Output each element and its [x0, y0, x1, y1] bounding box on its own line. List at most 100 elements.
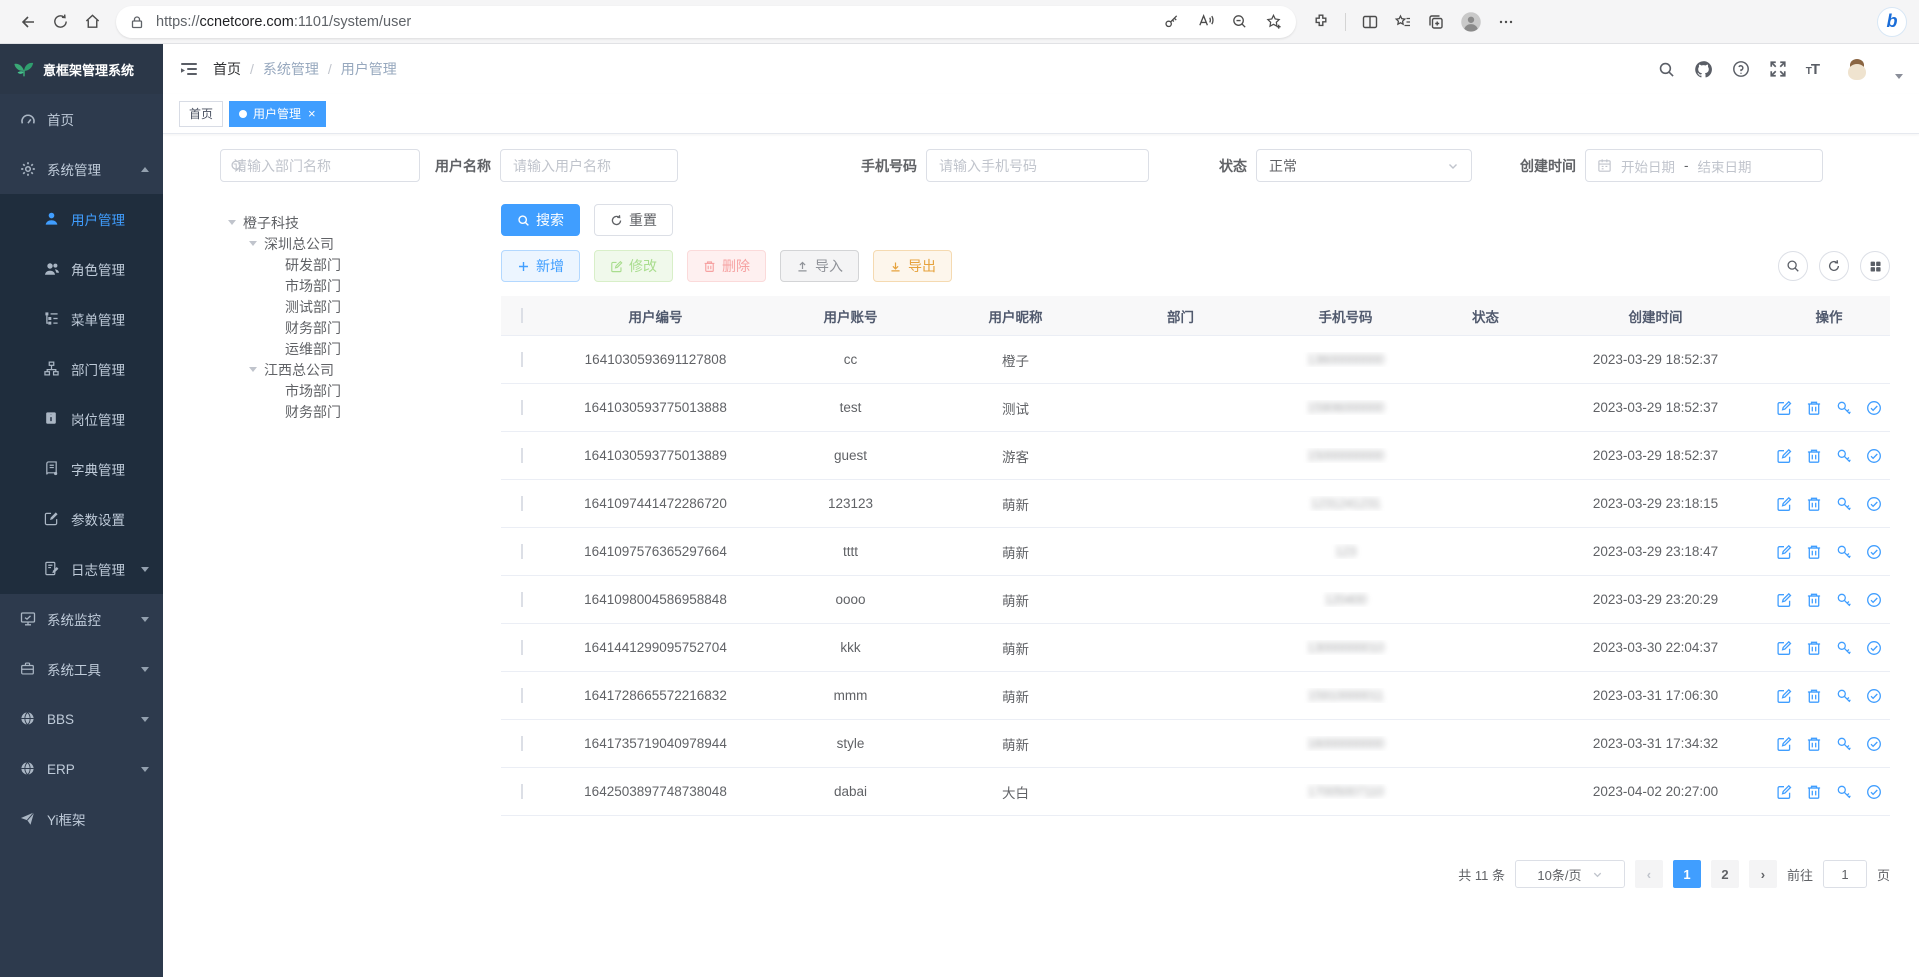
- edit-icon[interactable]: [1776, 640, 1792, 656]
- assign-role-icon[interactable]: [1866, 736, 1882, 752]
- reset-password-icon[interactable]: [1836, 736, 1852, 752]
- row-checkbox[interactable]: [521, 736, 523, 751]
- tree-node[interactable]: 深圳总公司: [220, 233, 420, 254]
- edit-icon[interactable]: [1776, 544, 1792, 560]
- show-search-toggle-icon[interactable]: [1778, 251, 1808, 281]
- edit-icon[interactable]: [1776, 592, 1792, 608]
- dept-search-input[interactable]: [220, 149, 420, 182]
- reset-password-icon[interactable]: [1836, 640, 1852, 656]
- reset-password-icon[interactable]: [1836, 592, 1852, 608]
- reset-password-icon[interactable]: [1836, 784, 1852, 800]
- assign-role-icon[interactable]: [1866, 496, 1882, 512]
- delete-icon[interactable]: [1806, 544, 1822, 560]
- reset-password-icon[interactable]: [1836, 544, 1852, 560]
- font-size-icon[interactable]: TT: [1806, 61, 1819, 78]
- reset-password-icon[interactable]: [1836, 496, 1852, 512]
- delete-icon[interactable]: [1806, 592, 1822, 608]
- page-size-select[interactable]: 10条/页: [1515, 860, 1625, 888]
- read-aloud-icon[interactable]: [1197, 13, 1214, 30]
- tree-expand-icon[interactable]: [228, 220, 236, 225]
- row-checkbox[interactable]: [521, 640, 523, 655]
- sidebar-item-bbs[interactable]: BBS: [0, 694, 163, 744]
- tree-node[interactable]: 财务部门: [220, 401, 420, 422]
- export-button[interactable]: 导出: [873, 250, 952, 282]
- help-icon[interactable]: [1732, 60, 1750, 78]
- chevron-down-icon[interactable]: [1895, 74, 1903, 79]
- import-button[interactable]: 导入: [780, 250, 859, 282]
- row-checkbox[interactable]: [521, 544, 523, 559]
- url-bar[interactable]: https://ccnetcore.com:1101/system/user: [116, 6, 1296, 38]
- sidebar-item-参数设置[interactable]: 参数设置: [0, 494, 163, 544]
- page-button-2[interactable]: 2: [1711, 860, 1739, 888]
- sidebar-item-yi框架[interactable]: Yi框架: [0, 794, 163, 844]
- column-settings-grid-icon[interactable]: [1860, 251, 1890, 281]
- sidebar-item-字典管理[interactable]: 字典管理: [0, 444, 163, 494]
- phone-input[interactable]: [926, 149, 1149, 182]
- browser-refresh-icon[interactable]: [44, 7, 76, 37]
- edit-icon[interactable]: [1776, 448, 1792, 464]
- assign-role-icon[interactable]: [1866, 400, 1882, 416]
- breadcrumb-home[interactable]: 首页: [213, 59, 241, 79]
- browser-back-icon[interactable]: [12, 7, 44, 37]
- split-screen-icon[interactable]: [1361, 13, 1379, 31]
- assign-role-icon[interactable]: [1866, 592, 1882, 608]
- row-checkbox[interactable]: [521, 592, 523, 607]
- delete-icon[interactable]: [1806, 448, 1822, 464]
- password-key-icon[interactable]: [1163, 13, 1180, 30]
- zoom-out-icon[interactable]: [1231, 13, 1248, 30]
- row-checkbox[interactable]: [521, 784, 523, 799]
- row-checkbox[interactable]: [521, 496, 523, 511]
- tree-expand-icon[interactable]: [249, 367, 257, 372]
- next-page-button[interactable]: ›: [1749, 860, 1777, 888]
- tree-node[interactable]: 江西总公司: [220, 359, 420, 380]
- bing-chat-icon[interactable]: b: [1877, 7, 1907, 37]
- delete-icon[interactable]: [1806, 784, 1822, 800]
- browser-menu-icon[interactable]: [1497, 13, 1515, 31]
- page-button-1[interactable]: 1: [1673, 860, 1701, 888]
- reset-password-icon[interactable]: [1836, 400, 1852, 416]
- goto-page-input[interactable]: [1823, 860, 1867, 888]
- breadcrumb-system[interactable]: 系统管理: [263, 59, 319, 79]
- refresh-icon[interactable]: [1819, 251, 1849, 281]
- tree-node[interactable]: 市场部门: [220, 380, 420, 401]
- select-all-checkbox[interactable]: [521, 308, 523, 323]
- tree-node[interactable]: 测试部门: [220, 296, 420, 317]
- favorite-star-add-icon[interactable]: [1265, 13, 1282, 30]
- reset-button[interactable]: 重置: [594, 204, 673, 236]
- tree-node[interactable]: 运维部门: [220, 338, 420, 359]
- sidebar-item-日志管理[interactable]: 日志管理: [0, 544, 163, 594]
- fullscreen-icon[interactable]: [1769, 60, 1787, 78]
- sidebar-item-系统管理[interactable]: 系统管理: [0, 144, 163, 194]
- tree-node[interactable]: 市场部门: [220, 275, 420, 296]
- assign-role-icon[interactable]: [1866, 784, 1882, 800]
- row-checkbox[interactable]: [521, 448, 523, 463]
- row-checkbox[interactable]: [521, 688, 523, 703]
- assign-role-icon[interactable]: [1866, 688, 1882, 704]
- edit-button[interactable]: 修改: [594, 250, 673, 282]
- sidebar-item-erp[interactable]: ERP: [0, 744, 163, 794]
- browser-home-icon[interactable]: [76, 7, 108, 37]
- edit-icon[interactable]: [1776, 736, 1792, 752]
- delete-icon[interactable]: [1806, 400, 1822, 416]
- prev-page-button[interactable]: ‹: [1635, 860, 1663, 888]
- delete-button[interactable]: 删除: [687, 250, 766, 282]
- sidebar-item-系统工具[interactable]: 系统工具: [0, 644, 163, 694]
- extensions-icon[interactable]: [1312, 13, 1330, 31]
- status-select[interactable]: 正常: [1256, 149, 1472, 182]
- edit-icon[interactable]: [1776, 400, 1792, 416]
- tab-close-icon[interactable]: ×: [308, 107, 316, 120]
- delete-icon[interactable]: [1806, 496, 1822, 512]
- github-icon[interactable]: [1694, 60, 1713, 79]
- delete-icon[interactable]: [1806, 640, 1822, 656]
- row-checkbox[interactable]: [521, 352, 523, 367]
- edit-icon[interactable]: [1776, 688, 1792, 704]
- browser-profile-icon[interactable]: [1460, 11, 1482, 33]
- favorites-bar-icon[interactable]: [1394, 13, 1412, 31]
- hamburger-icon[interactable]: [179, 59, 199, 79]
- row-checkbox[interactable]: [521, 400, 523, 415]
- delete-icon[interactable]: [1806, 688, 1822, 704]
- reset-password-icon[interactable]: [1836, 448, 1852, 464]
- assign-role-icon[interactable]: [1866, 448, 1882, 464]
- tree-node[interactable]: 财务部门: [220, 317, 420, 338]
- tree-node[interactable]: 研发部门: [220, 254, 420, 275]
